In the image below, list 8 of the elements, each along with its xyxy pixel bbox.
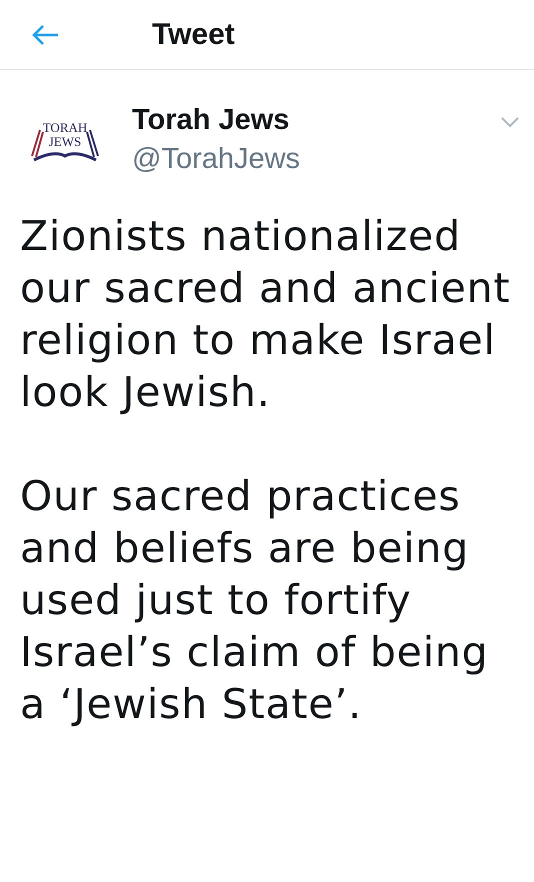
user-name[interactable]: Torah Jews <box>132 104 500 137</box>
logo-text: TORAH <box>42 121 88 135</box>
tweet-text: Our sacred practices and beliefs are being used just to fortify Israel’s claim of being a ‘Jewish State’. <box>20 471 490 730</box>
page-title: Tweet <box>152 18 235 52</box>
logo-text: JEWS <box>48 135 82 149</box>
tweet-text: Zionists nationalized our sacred and ancient religion to make Israel look Jewish. <box>20 211 512 418</box>
chevron-down-icon[interactable] <box>500 116 520 128</box>
user-handle[interactable]: @TorahJews <box>132 143 500 176</box>
